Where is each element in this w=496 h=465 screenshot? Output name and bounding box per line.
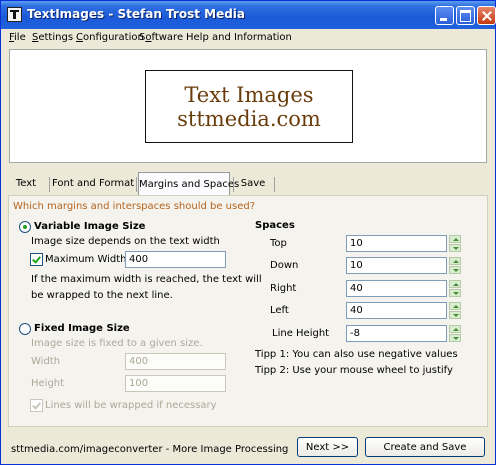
tab-separator — [136, 177, 137, 192]
title-bar[interactable]: TextImages - Stefan Trost Media — [1, 1, 496, 29]
right-label: Right — [270, 283, 297, 294]
max-width-checkbox[interactable] — [30, 253, 43, 266]
wrap-lines-checkbox[interactable] — [30, 399, 43, 412]
variable-size-label[interactable]: Variable Image Size — [34, 221, 145, 232]
tab-separator — [274, 177, 275, 192]
spin-up-icon[interactable] — [449, 325, 461, 333]
tip-1: Tipp 1: You can also use negative values — [255, 349, 458, 360]
top-stepper[interactable] — [449, 235, 461, 252]
spin-down-icon[interactable] — [449, 266, 461, 274]
right-stepper[interactable] — [449, 280, 461, 297]
fixed-height-label: Height — [31, 378, 65, 389]
menu-settings-label: ettings — [38, 32, 74, 43]
spin-down-icon[interactable] — [449, 311, 461, 319]
line-height-field[interactable]: -8 — [346, 325, 447, 342]
tab-text[interactable]: Text — [9, 174, 43, 194]
left-stepper[interactable] — [449, 302, 461, 319]
fixed-size-label[interactable]: Fixed Image Size — [34, 323, 130, 334]
spin-down-icon[interactable] — [449, 289, 461, 297]
line-height-stepper[interactable] — [449, 325, 461, 342]
down-stepper[interactable] — [449, 257, 461, 274]
spin-up-icon[interactable] — [449, 280, 461, 288]
minimize-icon[interactable] — [435, 6, 454, 25]
menu-software-label: ftware — [151, 32, 184, 43]
spin-up-icon[interactable] — [449, 235, 461, 243]
menu-help-label: Help and Information — [186, 32, 292, 43]
checkmark-icon — [32, 254, 41, 264]
maximize-icon[interactable] — [456, 6, 475, 25]
top-field[interactable]: 10 — [346, 235, 447, 252]
variable-size-radio[interactable] — [19, 221, 31, 233]
spin-up-icon[interactable] — [449, 302, 461, 310]
down-field[interactable]: 10 — [346, 257, 447, 274]
fixed-size-radio[interactable] — [19, 323, 31, 335]
top-label: Top — [270, 238, 287, 249]
left-label: Left — [270, 305, 289, 316]
line-height-label: Line Height — [272, 328, 330, 339]
app-window: TextImages - Stefan Trost Media File Set… — [0, 0, 496, 465]
tab-separator — [233, 177, 234, 192]
create-and-save-button[interactable]: Create and Save — [365, 437, 485, 457]
right-field[interactable]: 40 — [346, 280, 447, 297]
menu-file-label: ile — [14, 32, 26, 43]
app-icon — [7, 7, 22, 22]
next-button[interactable]: Next >> — [297, 437, 358, 457]
tab-strip: Text Font and Format Margins and Spaces … — [5, 171, 493, 195]
menu-settings[interactable]: Settings — [32, 32, 73, 43]
close-icon[interactable] — [477, 6, 496, 25]
tip-2: Tipp 2: Use your mouse wheel to justify — [255, 365, 453, 376]
checkmark-icon — [32, 400, 41, 410]
fixed-size-desc: Image size is fixed to a given size. — [31, 338, 203, 349]
menu-configuration-accel: C — [76, 32, 83, 43]
wrap-lines-label[interactable]: Lines will be wrapped if necessary — [45, 400, 217, 411]
wrap-note-line-2: be wrapped to the next line. — [31, 290, 173, 301]
menu-bar: File Settings Configuration Software Hel… — [1, 29, 495, 47]
preview-line-1: Text Images — [184, 83, 314, 107]
menu-configuration[interactable]: Configuration — [76, 32, 144, 43]
tab-separator — [49, 177, 50, 192]
down-label: Down — [270, 260, 299, 271]
fixed-width-field[interactable]: 400 — [125, 353, 226, 370]
menu-file[interactable]: File — [9, 32, 26, 43]
menu-configuration-label: onfiguration — [82, 32, 144, 43]
max-width-label[interactable]: Maximum Width — [45, 254, 127, 265]
tab-margins-and-spaces[interactable]: Margins and Spaces — [138, 172, 239, 195]
fixed-height-field[interactable]: 100 — [125, 375, 226, 392]
left-field[interactable]: 40 — [346, 302, 447, 319]
wrap-note-line-1: If the maximum width is reached, the tex… — [31, 274, 262, 285]
website-link[interactable]: sttmedia.com/imageconverter - More Image… — [11, 444, 288, 455]
panel-question: Which margins and interspaces should be … — [13, 201, 256, 212]
spin-down-icon[interactable] — [449, 244, 461, 252]
spin-up-icon[interactable] — [449, 257, 461, 265]
image-preview: Text Images sttmedia.com — [9, 49, 487, 163]
menu-software[interactable]: Software — [139, 32, 183, 43]
fixed-width-label: Width — [31, 356, 61, 367]
spaces-heading: Spaces — [255, 220, 295, 231]
preview-image: Text Images sttmedia.com — [145, 70, 353, 143]
tab-font-and-format[interactable]: Font and Format — [52, 174, 134, 194]
spin-down-icon[interactable] — [449, 334, 461, 342]
menu-help[interactable]: Help and Information — [186, 32, 292, 43]
window-title: TextImages - Stefan Trost Media — [27, 7, 246, 21]
max-width-field[interactable]: 400 — [125, 251, 226, 268]
tab-save[interactable]: Save — [237, 174, 269, 194]
variable-size-desc: Image size depends on the text width — [31, 236, 220, 247]
preview-line-2: sttmedia.com — [177, 107, 321, 131]
